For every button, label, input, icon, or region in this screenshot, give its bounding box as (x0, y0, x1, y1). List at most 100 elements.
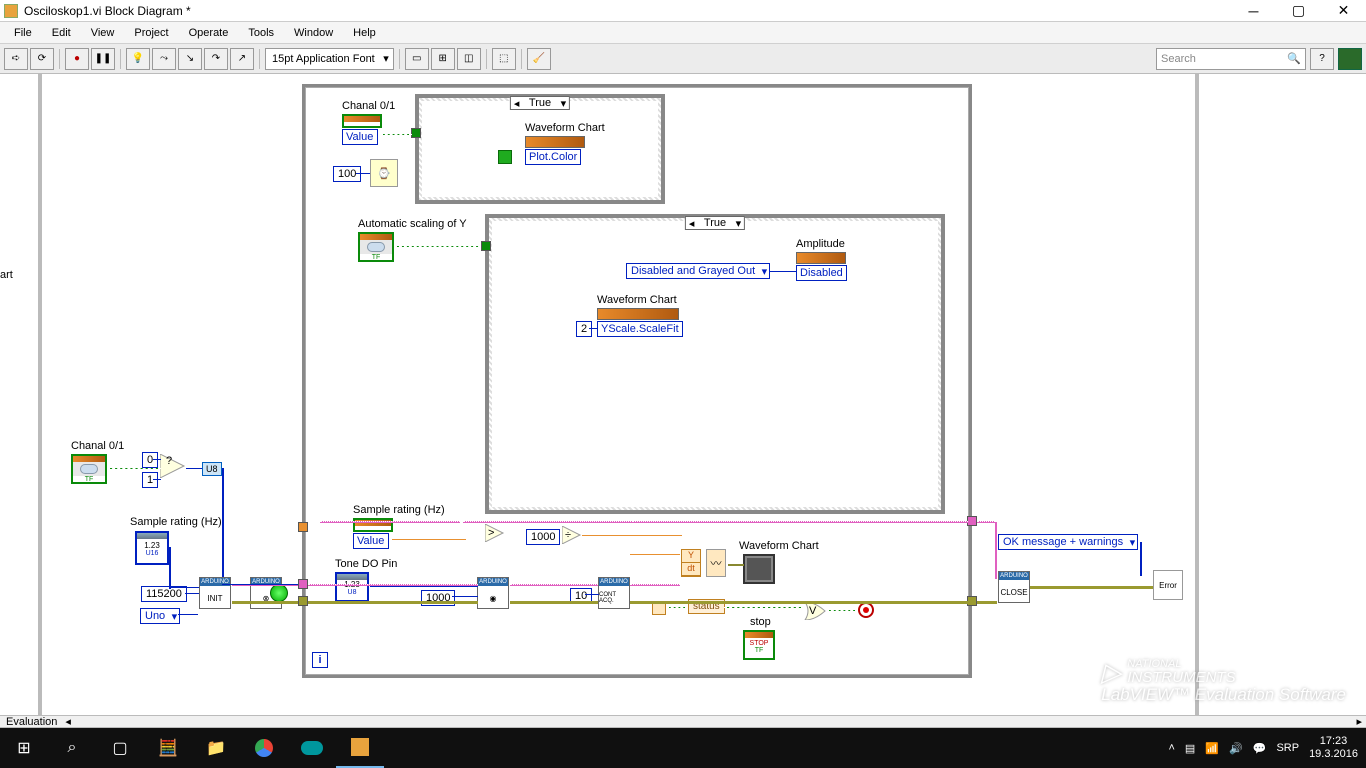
tray-battery-icon[interactable]: ▤ (1185, 742, 1195, 755)
block-diagram-canvas[interactable]: art i True Waveform Chart Plot.Color Cha… (0, 74, 1366, 715)
color-constant[interactable] (498, 150, 512, 164)
wire (826, 610, 858, 611)
wire (585, 594, 599, 595)
arduino-close-vi[interactable]: ARDUINOCLOSE (998, 571, 1030, 603)
step-out-button[interactable]: ↗ (230, 48, 254, 70)
scroll-left-button[interactable]: ◂ (61, 715, 75, 728)
menu-help[interactable]: Help (345, 25, 384, 41)
step-over-button[interactable]: ↷ (204, 48, 228, 70)
distribute-button[interactable]: ⊞ (431, 48, 455, 70)
control-tone[interactable]: 1.23U8 (335, 572, 369, 602)
font-selector[interactable]: 15pt Application Font (265, 48, 394, 70)
taskbar: ⊞ ⌕ ▢ 🧮 📁 ˄ ▤ 📶 🔊 💬 SRP 17:23 19.3.2016 (0, 728, 1366, 768)
labview-app[interactable] (336, 728, 384, 768)
align-button[interactable]: ▭ (405, 48, 429, 70)
wire (630, 601, 968, 604)
wire (977, 601, 997, 604)
tray-lang[interactable]: SRP (1276, 742, 1299, 754)
case-selector-mid[interactable]: True (685, 216, 745, 230)
taskview-button[interactable]: ▢ (96, 728, 144, 768)
wire-orange (630, 554, 680, 555)
const-1000b[interactable]: 1000 (526, 529, 560, 545)
arduino-init-vi[interactable]: ARDUINOINIT (199, 577, 231, 609)
tray-wifi-icon[interactable]: 📶 (1205, 742, 1219, 755)
wire (308, 601, 478, 604)
icon-editor-button[interactable] (1338, 48, 1362, 70)
arduino-tone-vi[interactable]: ARDUINO◉ (477, 577, 509, 609)
control-sample-left[interactable]: 1.23U16 (135, 531, 169, 565)
const-115200[interactable]: 115200 (141, 586, 187, 602)
reorder-button[interactable]: ⬚ (492, 48, 516, 70)
menu-tools[interactable]: Tools (240, 25, 282, 41)
menu-operate[interactable]: Operate (181, 25, 237, 41)
const-disabled-gray[interactable]: Disabled and Grayed Out (626, 263, 770, 279)
explorer-app[interactable]: 📁 (192, 728, 240, 768)
start-button[interactable]: ⊞ (0, 728, 48, 768)
wire (510, 601, 598, 604)
label-tone: Tone DO Pin (335, 558, 397, 570)
wire (977, 521, 997, 523)
wait-ms-node[interactable]: ⌚ (370, 159, 398, 187)
scroll-right-button[interactable]: ▸ (1352, 715, 1366, 728)
control-chanal-top[interactable] (342, 114, 382, 128)
pause-button[interactable]: ❚❚ (91, 48, 115, 70)
step-into-button[interactable]: ↘ (178, 48, 202, 70)
propnode-header-amp (796, 252, 846, 264)
prop-disabled[interactable]: Disabled (796, 265, 847, 281)
tray-up-icon[interactable]: ˄ (1168, 742, 1174, 754)
waveform-chart-indicator[interactable] (743, 554, 775, 584)
divide-node[interactable]: ÷ (562, 526, 584, 547)
or-node[interactable]: V (803, 602, 827, 623)
propnode-header-top (525, 136, 585, 148)
close-button[interactable]: ✕ (1321, 0, 1366, 21)
highlight-button[interactable]: 💡 (126, 48, 150, 70)
label-wfchart-top: Waveform Chart (525, 122, 605, 134)
tray-notif-icon[interactable]: 💬 (1253, 742, 1267, 755)
error-label: Error (1159, 581, 1177, 590)
stop-terminal[interactable] (858, 602, 874, 618)
run-button[interactable]: ➪ (4, 48, 28, 70)
search-input[interactable]: Search🔍 (1156, 48, 1306, 70)
retain-button[interactable]: ⤳ (152, 48, 176, 70)
arduino-acq-vi[interactable]: ARDUINOCONT ACQ. (598, 577, 630, 609)
abort-button[interactable]: ● (65, 48, 89, 70)
help-button[interactable]: ? (1310, 48, 1334, 70)
const-1[interactable]: 1 (142, 472, 158, 488)
search-taskbar-button[interactable]: ⌕ (48, 728, 96, 768)
const-okmsg[interactable]: OK message + warnings (998, 534, 1138, 550)
menu-project[interactable]: Project (126, 25, 176, 41)
prop-plotcolor[interactable]: Plot.Color (525, 149, 581, 165)
minimize-button[interactable]: ─ (1231, 0, 1276, 21)
tray-clock[interactable]: 17:23 19.3.2016 (1309, 735, 1358, 761)
cleanup-button[interactable]: 🧹 (527, 48, 551, 70)
compare-node[interactable]: > (485, 524, 507, 545)
calc-app[interactable]: 🧮 (144, 728, 192, 768)
prop-yscale[interactable]: YScale.ScaleFit (597, 321, 683, 337)
tray-volume-icon[interactable]: 🔊 (1229, 742, 1243, 755)
prop-value-mid[interactable]: Value (353, 533, 389, 549)
menu-file[interactable]: File (6, 25, 40, 41)
const-0[interactable]: 0 (142, 452, 158, 468)
run-cont-button[interactable]: ⟳ (30, 48, 54, 70)
build-wf-node[interactable]: 〰 (706, 549, 726, 577)
control-stop[interactable]: STOPTF (743, 630, 775, 660)
menu-edit[interactable]: Edit (44, 25, 79, 41)
menu-view[interactable]: View (83, 25, 123, 41)
case-structure-mid[interactable]: True (485, 214, 945, 514)
case-selector-top[interactable]: True (510, 96, 570, 110)
chrome-app[interactable] (240, 728, 288, 768)
resize-button[interactable]: ◫ (457, 48, 481, 70)
select-node[interactable]: ? (160, 454, 188, 478)
control-chanal-left[interactable]: TF (71, 454, 107, 484)
error-handler-vi[interactable]: Error (1153, 570, 1183, 600)
prop-value-top[interactable]: Value (342, 129, 378, 145)
bundle-node[interactable]: Y dt (681, 549, 701, 577)
const-2[interactable]: 2 (576, 321, 592, 337)
maximize-button[interactable]: ▢ (1276, 0, 1321, 21)
control-autoy[interactable]: TF (358, 232, 394, 262)
conv-u8[interactable]: U8 (202, 462, 222, 476)
arduino-app[interactable] (288, 728, 336, 768)
menu-window[interactable]: Window (286, 25, 341, 41)
const-100[interactable]: 100 (333, 166, 361, 182)
const-uno[interactable]: Uno (140, 608, 180, 624)
